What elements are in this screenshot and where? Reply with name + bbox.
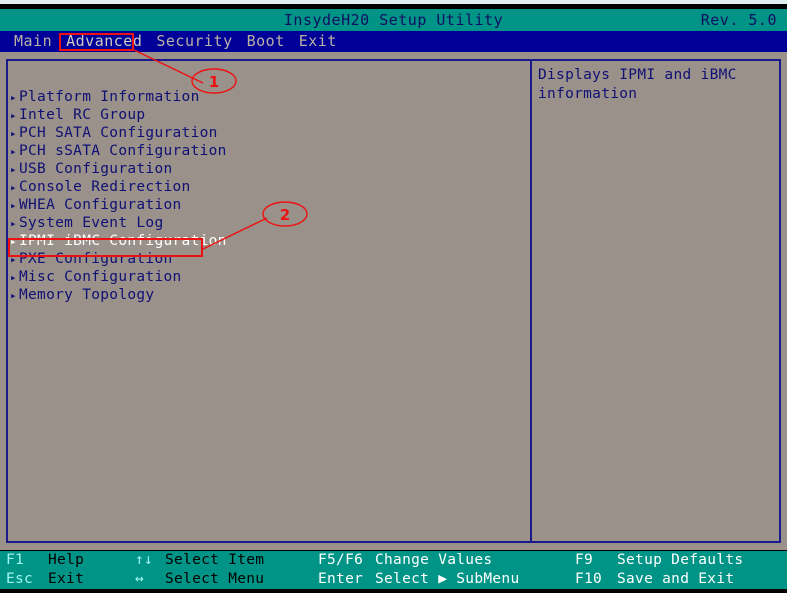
menu-item-usb-configuration[interactable]: ▸ USB Configuration (10, 160, 510, 178)
hotkey-label: Exit (48, 571, 85, 587)
tab-exit[interactable]: Exit (292, 31, 344, 52)
bottom-chrome-strip (0, 589, 787, 593)
up-down-arrow-icon: ↑↓ (135, 552, 154, 568)
tab-boot[interactable]: Boot (240, 31, 292, 52)
submenu-arrow-icon: ▸ (10, 163, 17, 176)
menu-item-label: Memory Topology (19, 287, 155, 303)
menu-item-label: IPMI iBMC Configuration (19, 233, 227, 249)
menu-item-system-event-log[interactable]: ▸ System Event Log (10, 214, 510, 232)
hotkey-esc-exit[interactable]: Esc Exit (6, 570, 84, 589)
menu-item-memory-topology[interactable]: ▸ Memory Topology (10, 286, 510, 304)
submenu-arrow-icon: ▸ (10, 217, 17, 230)
hotkey-key: F5/F6 (318, 552, 364, 568)
footer-column-4: F9 Setup Defaults F10 Save and Exit (575, 551, 743, 589)
revision-label: Rev. 5.0 (700, 11, 777, 29)
submenu-arrow-icon: ▸ (10, 289, 17, 302)
footer-column-2: ↑↓ Select Item ↔ Select Menu (135, 551, 264, 589)
hotkey-f1-help[interactable]: F1 Help (6, 551, 84, 570)
hotkey-label: Help (48, 552, 85, 568)
help-pane: Displays IPMI and iBMC information (538, 66, 776, 104)
hotkey-label: Select ▶ SubMenu (375, 571, 520, 587)
footer-hotkey-bar: F1 Help Esc Exit ↑↓ Select Item ↔ Select Men… (0, 551, 787, 589)
help-text-line-1: Displays IPMI and iBMC (538, 67, 737, 83)
menu-item-console-redirection[interactable]: ▸ Console Redirection (10, 178, 510, 196)
tab-advanced[interactable]: Advanced (59, 31, 149, 52)
footer-column-1: F1 Help Esc Exit (6, 551, 84, 589)
hotkey-select-item[interactable]: ↑↓ Select Item (135, 551, 264, 570)
settings-menu-list: ▸ Platform Information ▸ Intel RC Group ▸ P… (10, 88, 510, 304)
window-title: InsydeH20 Setup Utility (283, 11, 504, 29)
menu-item-label: Intel RC Group (19, 107, 146, 123)
menu-item-intel-rc-group[interactable]: ▸ Intel RC Group (10, 106, 510, 124)
menu-item-label: PXE Configuration (19, 251, 173, 267)
menu-item-whea-configuration[interactable]: ▸ WHEA Configuration (10, 196, 510, 214)
menu-item-label: USB Configuration (19, 161, 173, 177)
menu-item-pch-sata-configuration[interactable]: ▸ PCH SATA Configuration (10, 124, 510, 142)
panel-divider (530, 59, 532, 543)
hotkey-key: F9 (575, 552, 594, 568)
menu-item-ipmi-ibmc-configuration[interactable]: ▸ IPMI iBMC Configuration (10, 232, 510, 250)
menu-item-platform-information[interactable]: ▸ Platform Information (10, 88, 510, 106)
submenu-arrow-icon: ▸ (10, 145, 17, 158)
hotkey-select-menu[interactable]: ↔ Select Menu (135, 570, 264, 589)
tab-security[interactable]: Security (149, 31, 239, 52)
menu-item-pxe-configuration[interactable]: ▸ PXE Configuration (10, 250, 510, 268)
hotkey-key: F1 (6, 552, 25, 568)
menu-bar: Main Advanced Security Boot Exit (0, 31, 787, 52)
hotkey-label: Change Values (375, 552, 493, 568)
menu-item-label: PCH sSATA Configuration (19, 143, 227, 159)
submenu-arrow-icon: ▸ (10, 181, 17, 194)
hotkey-key: Esc (6, 571, 34, 587)
hotkey-label: Select Item (165, 552, 265, 568)
menu-item-misc-configuration[interactable]: ▸ Misc Configuration (10, 268, 510, 286)
hotkey-key: F10 (575, 571, 603, 587)
bios-setup-screen: InsydeH20 Setup Utility Rev. 5.0 Main Adv… (0, 0, 787, 593)
menu-item-label: Platform Information (19, 89, 200, 105)
left-right-arrow-icon: ↔ (135, 571, 145, 587)
menu-item-label: Misc Configuration (19, 269, 182, 285)
submenu-arrow-icon: ▸ (10, 109, 17, 122)
menu-item-pch-ssata-configuration[interactable]: ▸ PCH sSATA Configuration (10, 142, 510, 160)
hotkey-save-and-exit[interactable]: F10 Save and Exit (575, 570, 743, 589)
submenu-arrow-icon: ▸ (10, 199, 17, 212)
menu-item-label: PCH SATA Configuration (19, 125, 218, 141)
title-bar: InsydeH20 Setup Utility Rev. 5.0 (0, 9, 787, 31)
submenu-arrow-icon: ▸ (10, 253, 17, 266)
submenu-arrow-icon: ▸ (10, 271, 17, 284)
footer-column-3: F5/F6 Change Values Enter Select ▶ SubMenu (318, 551, 519, 589)
menu-item-label: System Event Log (19, 215, 164, 231)
hotkey-label: Select Menu (165, 571, 265, 587)
hotkey-label: Save and Exit (617, 571, 735, 587)
hotkey-setup-defaults[interactable]: F9 Setup Defaults (575, 551, 743, 570)
hotkey-label: Setup Defaults (617, 552, 744, 568)
submenu-arrow-icon: ▸ (10, 235, 17, 248)
menu-item-label: Console Redirection (19, 179, 191, 195)
menu-item-label: WHEA Configuration (19, 197, 182, 213)
submenu-arrow-icon: ▸ (10, 91, 17, 104)
submenu-arrow-icon: ▸ (10, 127, 17, 140)
hotkey-key: Enter (318, 571, 364, 587)
hotkey-select-submenu[interactable]: Enter Select ▶ SubMenu (318, 570, 519, 589)
help-text-line-2: information (538, 86, 638, 102)
hotkey-change-values[interactable]: F5/F6 Change Values (318, 551, 519, 570)
tab-main[interactable]: Main (7, 31, 59, 52)
